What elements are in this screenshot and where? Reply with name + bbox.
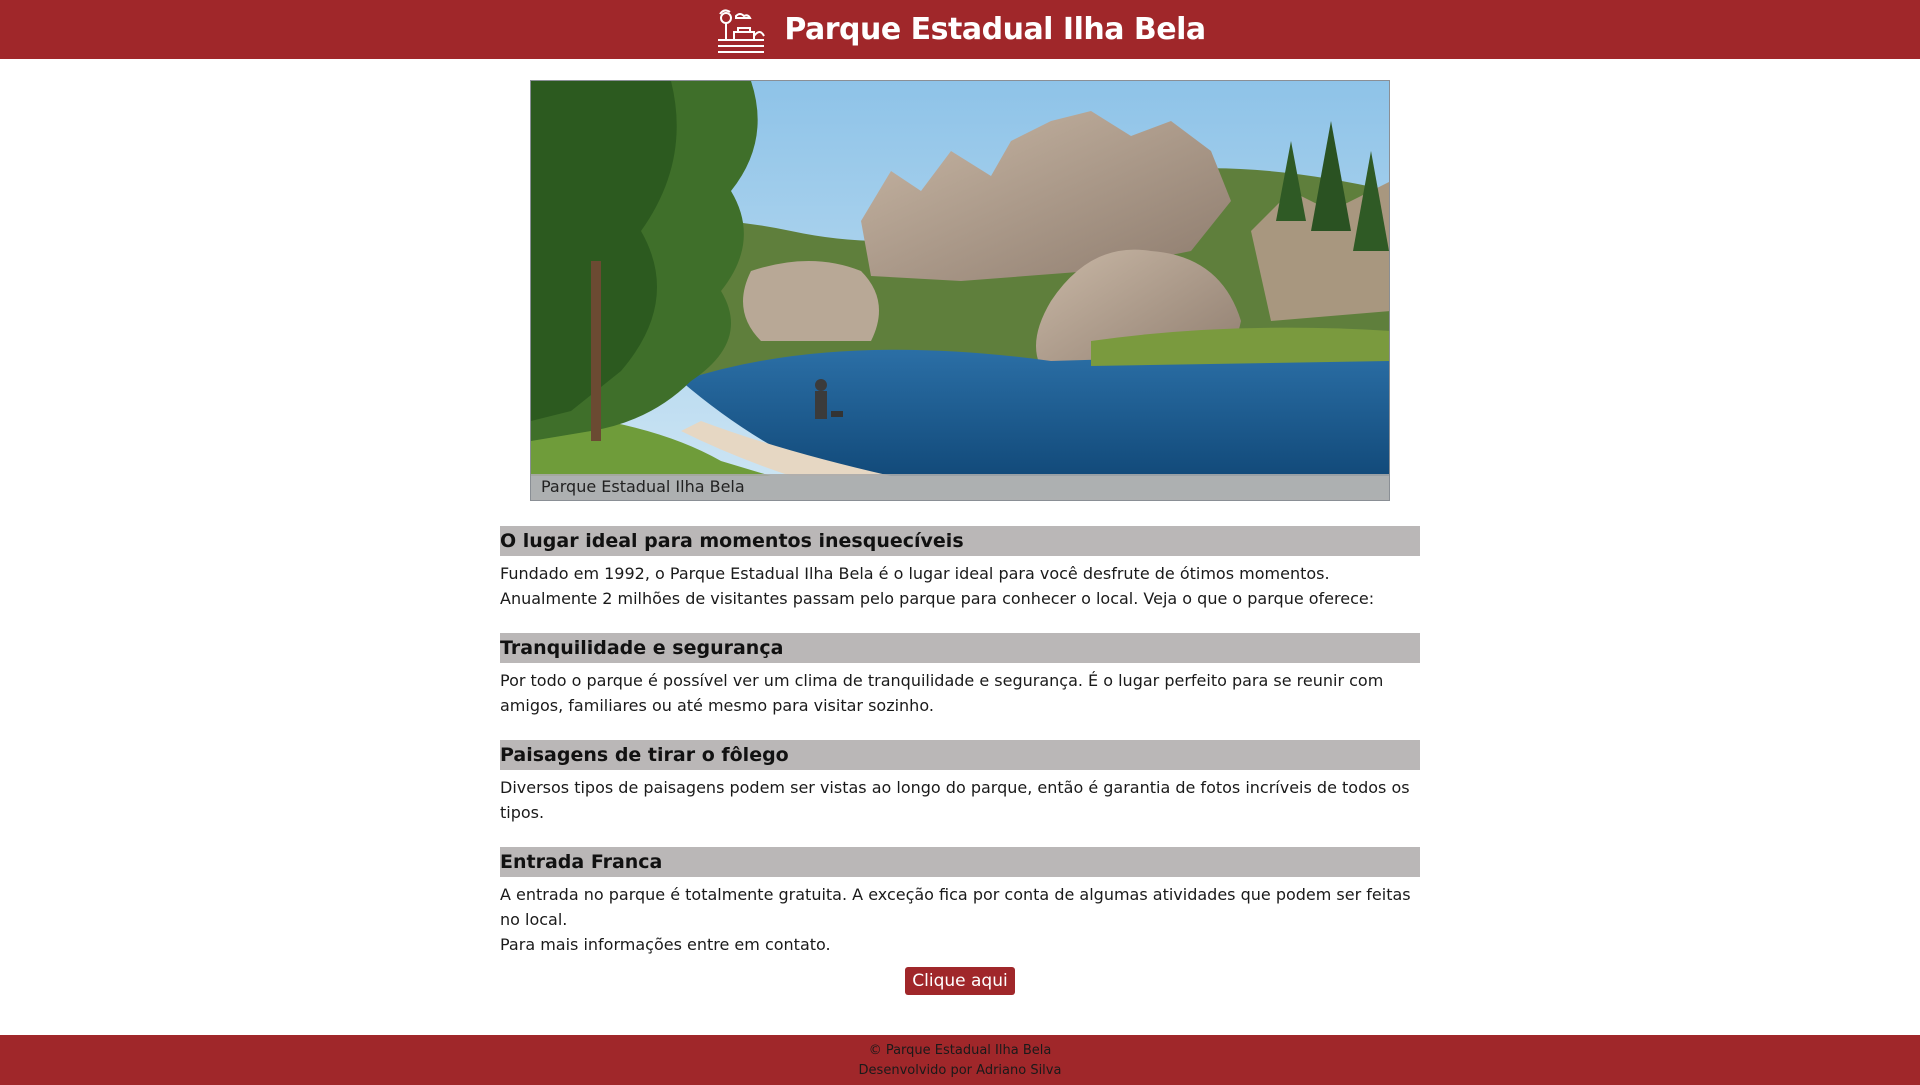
site-footer: © Parque Estadual Ilha Bela Desenvolvido… xyxy=(0,1035,1920,1085)
section-title: Entrada Franca xyxy=(500,847,1420,877)
section-paragraph: Fundado em 1992, o Parque Estadual Ilha … xyxy=(500,564,1330,583)
section-title: O lugar ideal para momentos inesquecívei… xyxy=(500,526,1420,556)
hero-caption: Parque Estadual Ilha Bela xyxy=(531,474,1389,500)
lake-landscape-image xyxy=(531,81,1389,500)
main-content: O lugar ideal para momentos inesquecívei… xyxy=(500,526,1420,979)
site-header: Parque Estadual Ilha Bela xyxy=(0,0,1920,59)
section-landscapes: Paisagens de tirar o fôlego Diversos tip… xyxy=(500,740,1420,825)
section-title: Tranquilidade e segurança xyxy=(500,633,1420,663)
section-intro: O lugar ideal para momentos inesquecívei… xyxy=(500,526,1420,611)
footer-credit: Desenvolvido por Adriano Silva xyxy=(858,1063,1062,1078)
contact-button[interactable]: Clique aqui xyxy=(905,967,1015,995)
footer-copyright: © Parque Estadual Ilha Bela xyxy=(868,1043,1052,1058)
section-paragraph: Por todo o parque é possível ver um clim… xyxy=(500,671,1384,715)
section-paragraph: Diversos tipos de paisagens podem ser vi… xyxy=(500,778,1410,822)
cta-container: Clique aqui xyxy=(0,967,1920,995)
section-title: Paisagens de tirar o fôlego xyxy=(500,740,1420,770)
section-tranquility: Tranquilidade e segurança Por todo o par… xyxy=(500,633,1420,718)
section-free-entry: Entrada Franca A entrada no parque é tot… xyxy=(500,847,1420,957)
section-paragraph: Para mais informações entre em contato. xyxy=(500,935,831,954)
section-paragraph: Anualmente 2 milhões de visitantes passa… xyxy=(500,589,1375,608)
brand[interactable]: Parque Estadual Ilha Bela xyxy=(714,6,1206,54)
hero-figure: Parque Estadual Ilha Bela xyxy=(530,80,1390,501)
section-paragraph: A entrada no parque é totalmente gratuit… xyxy=(500,885,1411,929)
park-logo-icon xyxy=(718,8,766,53)
site-title: Parque Estadual Ilha Bela xyxy=(784,12,1206,47)
